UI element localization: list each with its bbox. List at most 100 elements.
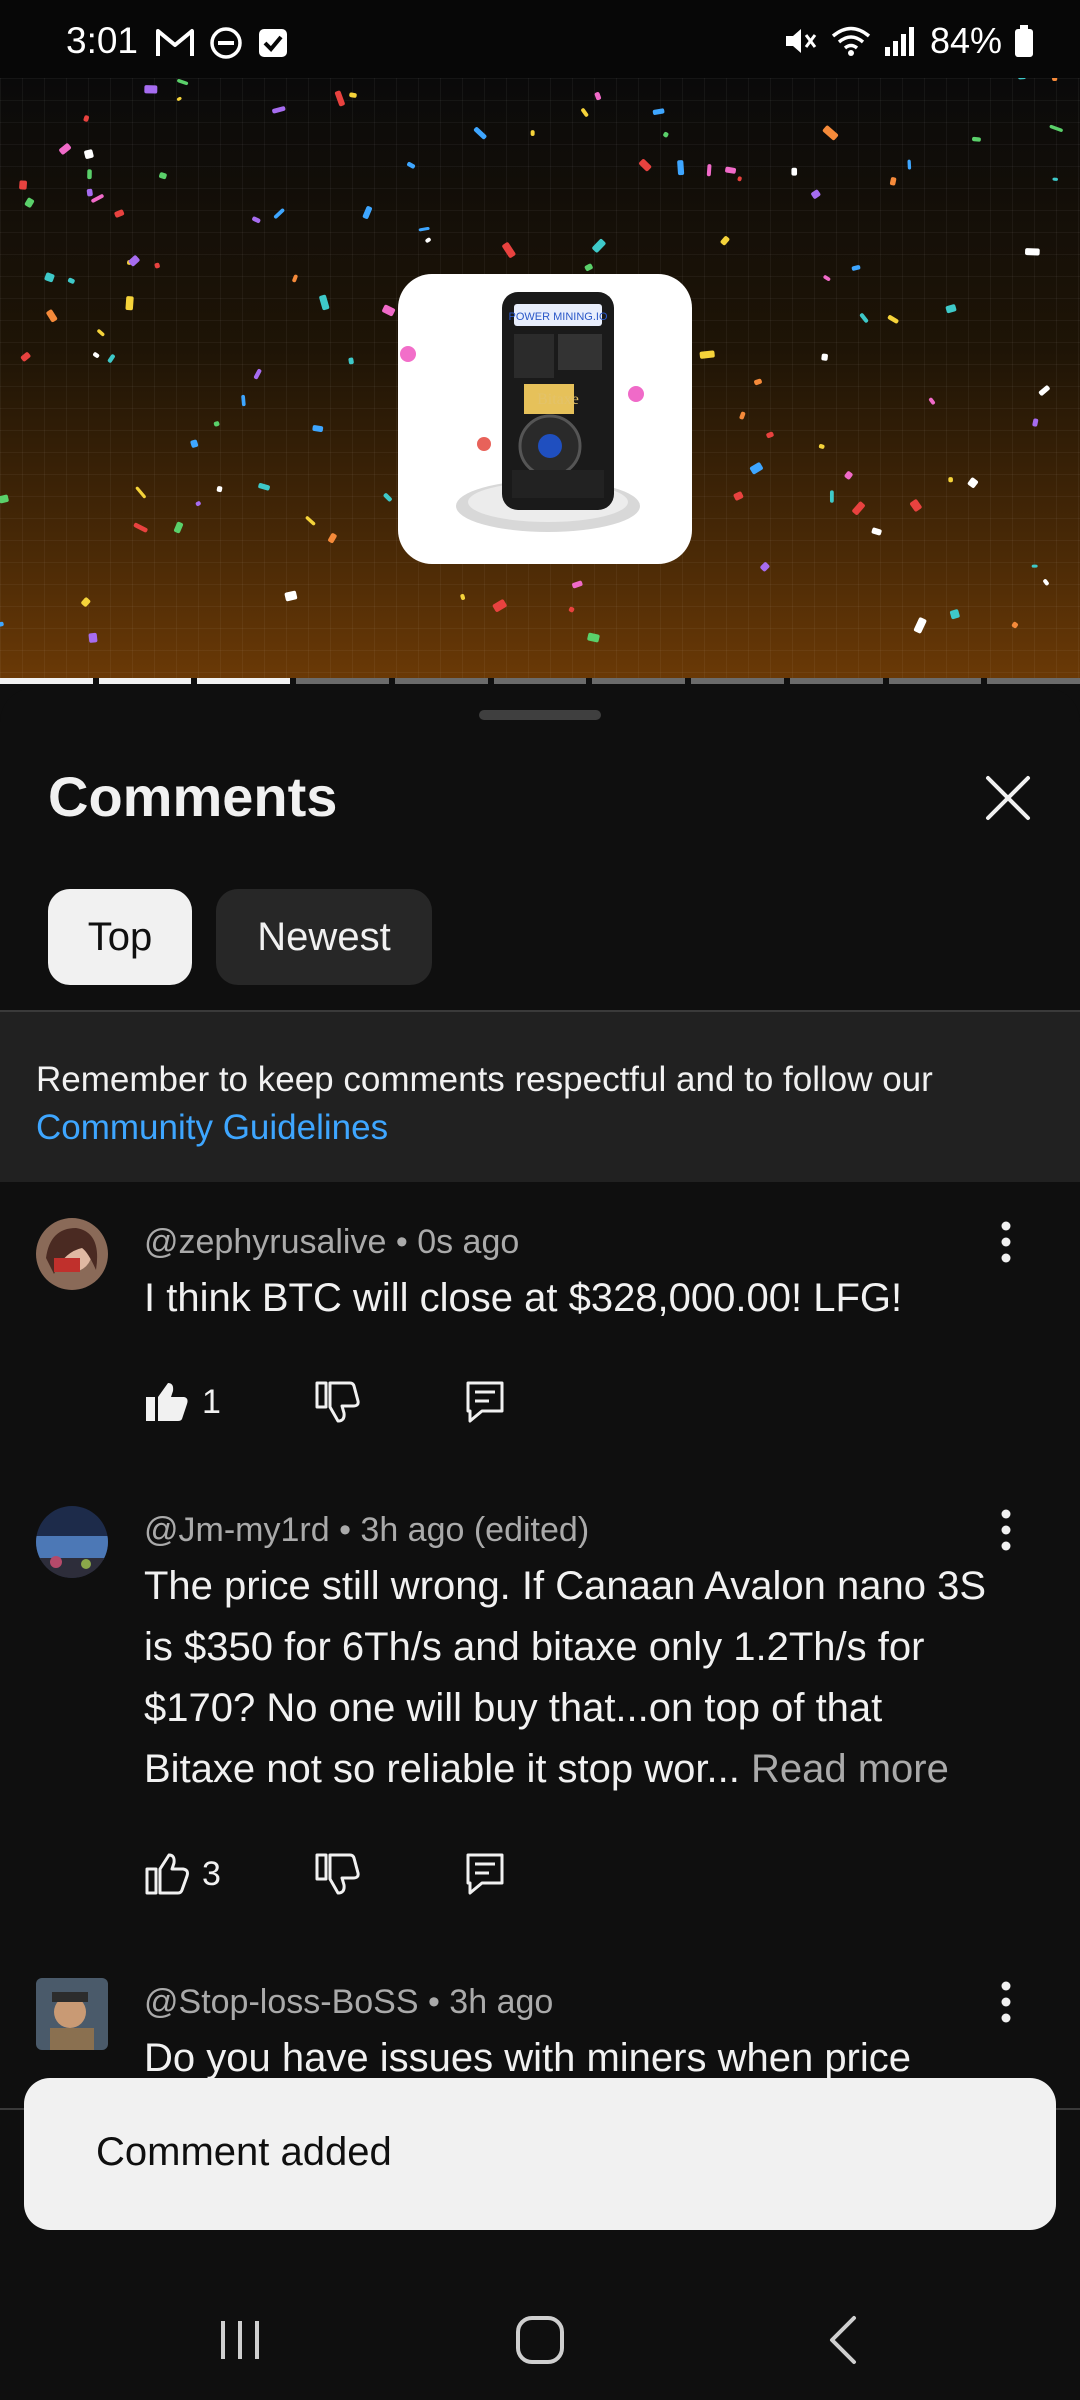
back-button[interactable] xyxy=(804,2300,884,2380)
confetti-piece xyxy=(584,263,593,272)
confetti-piece xyxy=(1049,125,1063,132)
confetti-piece xyxy=(725,166,737,174)
confetti-piece xyxy=(851,265,861,271)
confetti-piece xyxy=(114,209,125,218)
progress-segment xyxy=(296,678,389,684)
recent-apps-button[interactable] xyxy=(200,2300,280,2380)
do-not-disturb-icon xyxy=(210,27,242,59)
confetti-piece xyxy=(928,397,936,405)
confetti-piece xyxy=(216,486,223,493)
reply-button[interactable] xyxy=(464,1372,506,1432)
confetti-piece xyxy=(159,172,167,180)
status-time: 3:01 xyxy=(66,20,139,61)
confetti-piece xyxy=(492,599,507,612)
confetti-piece xyxy=(20,352,31,362)
system-nav-bar xyxy=(0,2280,1080,2400)
confetti-piece xyxy=(312,425,324,432)
like-count: 1 xyxy=(202,1382,221,1421)
progress-segment xyxy=(98,678,192,684)
reply-icon xyxy=(466,1381,504,1423)
mute-icon xyxy=(785,29,817,53)
dislike-button[interactable] xyxy=(314,1372,360,1432)
confetti-piece xyxy=(663,132,669,138)
avatar[interactable] xyxy=(36,1506,108,1578)
confetti-piece xyxy=(362,206,372,219)
guidelines-banner: Remember to keep comments respectful and… xyxy=(0,1010,1080,1182)
confetti-piece xyxy=(821,353,828,361)
avatar[interactable] xyxy=(36,1978,108,2050)
community-guidelines-link[interactable]: Community Guidelines xyxy=(36,1108,388,1148)
confetti-piece xyxy=(19,180,28,190)
confetti-piece xyxy=(273,208,285,219)
confetti-piece xyxy=(154,262,160,269)
confetti-piece xyxy=(852,501,865,515)
confetti-piece xyxy=(334,90,345,107)
thumbs-up-filled-icon xyxy=(146,1383,188,1421)
like-button[interactable]: 1 xyxy=(144,1372,221,1432)
confetti-piece xyxy=(67,277,75,284)
more-options-icon[interactable] xyxy=(992,1978,1020,2026)
progress-segment xyxy=(592,678,686,684)
confetti-piece xyxy=(195,501,201,507)
tab-top[interactable]: Top xyxy=(48,889,192,985)
signal-icon xyxy=(884,27,914,56)
close-icon[interactable] xyxy=(980,770,1036,826)
confetti-piece xyxy=(418,227,430,232)
confetti-piece xyxy=(859,313,869,323)
gmail-icon xyxy=(156,29,194,56)
confetti-piece xyxy=(349,92,357,98)
confetti-piece xyxy=(24,197,35,208)
confetti-piece xyxy=(272,106,286,114)
confetti-piece xyxy=(383,493,392,502)
reply-button[interactable] xyxy=(464,1844,506,1904)
read-more-link[interactable]: Read more xyxy=(751,1747,949,1791)
confetti-piece xyxy=(652,108,665,115)
confetti-piece xyxy=(829,490,834,503)
more-options-icon[interactable] xyxy=(992,1506,1020,1554)
confetti-piece xyxy=(253,368,262,380)
comment-meta: @zephyrusalive • 0s ago xyxy=(144,1223,520,1261)
product-image: POWER MINING.IO Bitaxe xyxy=(398,274,692,564)
confetti-piece xyxy=(1018,78,1026,80)
confetti-piece xyxy=(59,143,71,155)
confetti-piece xyxy=(93,352,100,358)
confetti-piece xyxy=(425,237,431,243)
confetti-piece xyxy=(133,522,148,533)
progress-segment xyxy=(197,678,291,684)
like-button[interactable]: 3 xyxy=(144,1844,221,1904)
video-player[interactable]: POWER MINING.IO Bitaxe xyxy=(0,78,1080,678)
tab-newest[interactable]: Newest xyxy=(216,889,432,985)
avatar[interactable] xyxy=(36,1218,108,1290)
confetti-piece xyxy=(760,562,770,572)
home-button[interactable] xyxy=(500,2300,580,2380)
reply-icon xyxy=(466,1853,504,1895)
confetti-piece xyxy=(1038,385,1050,396)
confetti-piece xyxy=(572,580,583,589)
confetti-piece xyxy=(1032,418,1039,427)
confetti-piece xyxy=(86,188,93,197)
status-bar: 3:01 84% xyxy=(0,0,1080,78)
confetti-piece xyxy=(945,304,957,314)
confetti-piece xyxy=(213,421,220,427)
confetti-piece xyxy=(568,606,575,613)
dislike-button[interactable] xyxy=(314,1844,360,1904)
comment-text: I think BTC will close at $328,000.00! L… xyxy=(144,1276,903,1320)
confetti-piece xyxy=(292,274,298,283)
drag-handle[interactable] xyxy=(479,710,601,720)
confetti-piece xyxy=(592,239,606,253)
confetti-piece xyxy=(1025,248,1040,256)
brand-label: POWER MINING.IO xyxy=(509,311,608,323)
confetti-piece xyxy=(46,309,58,323)
snackbar: Comment added xyxy=(24,2078,1056,2230)
confetti-piece xyxy=(594,92,602,101)
more-options-icon[interactable] xyxy=(992,1218,1020,1266)
thumbs-up-icon xyxy=(145,1853,189,1895)
confetti-piece xyxy=(889,177,897,186)
confetti-piece xyxy=(241,394,246,407)
comment-meta: @Jm-my1rd • 3h ago (edited) xyxy=(144,1511,590,1549)
confetti-piece xyxy=(844,471,853,480)
confetti-piece xyxy=(44,272,55,283)
progress-segment xyxy=(789,678,883,684)
confetti-piece xyxy=(818,444,825,449)
video-progress-segments xyxy=(0,678,1080,684)
